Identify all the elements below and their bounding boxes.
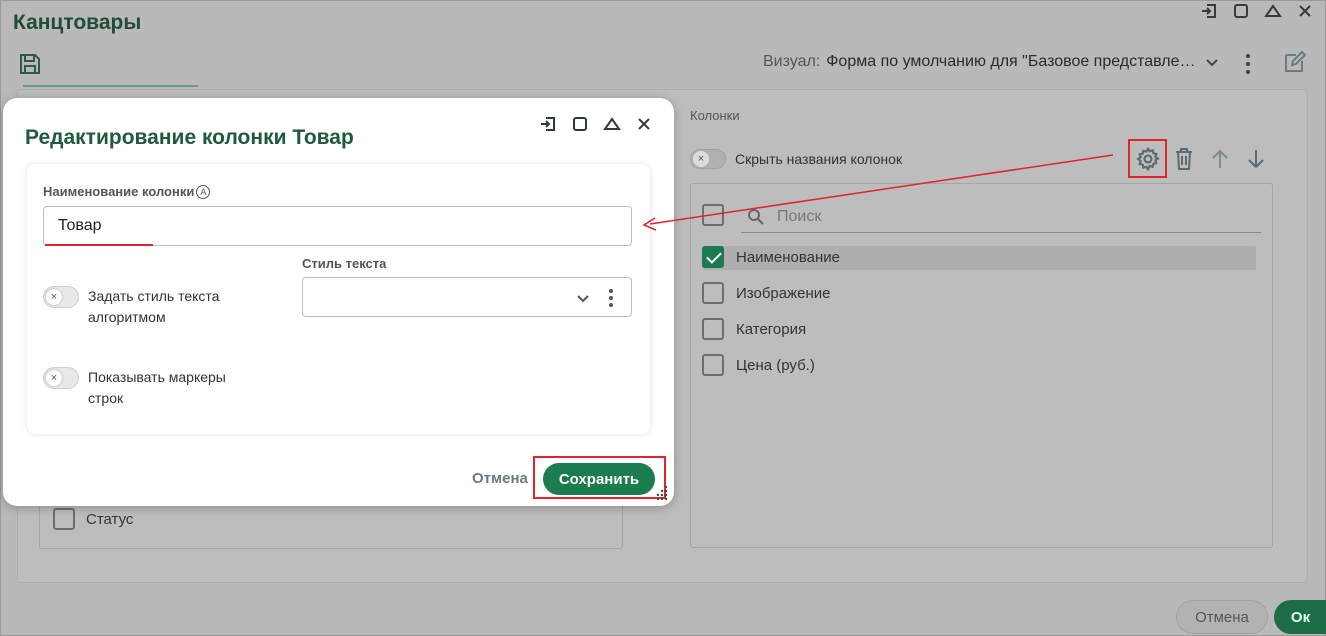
close-icon[interactable] [634,114,654,134]
chevron-down-icon [1205,59,1218,67]
trash-icon [1176,148,1192,170]
arrow-up-icon [1212,149,1228,168]
gear-icon [1135,146,1160,171]
maximize-icon[interactable] [1231,1,1251,21]
row-markers-label: Показывать маркеры строк [88,369,226,406]
window-controls [1199,1,1315,21]
ok-button[interactable]: Ок [1274,600,1326,634]
chevron-down-icon[interactable] [575,290,591,306]
column-name-input[interactable]: Товар [43,206,632,246]
list-item-label: Наименование [736,249,840,266]
resize-handle-icon[interactable] [655,484,669,502]
annotation-underline [45,244,153,246]
list-item-label: Цена (руб.) [736,357,815,374]
auto-translate-icon[interactable]: A [196,185,211,199]
dialog-body: Наименование колонкиA Товар Задать стиль… [27,164,650,434]
select-all-checkbox[interactable] [702,204,724,226]
item-checkbox[interactable] [702,354,724,376]
item-checkbox[interactable] [702,282,724,304]
hide-names-toggle[interactable] [690,149,726,169]
status-checkbox[interactable] [53,508,75,530]
dialog-cancel-button[interactable]: Отмена [472,470,528,487]
move-down-button[interactable] [1242,145,1270,173]
dialog-title: Редактирование колонки Товар [25,126,354,149]
search-icon [748,208,764,225]
list-item-label: Изображение [736,285,831,302]
visual-selector[interactable]: Визуал: Форма по умолчанию для "Базовое … [763,53,1220,71]
save-icon[interactable] [17,51,43,77]
save-button[interactable]: Сохранить [543,463,655,495]
search-input[interactable]: Поиск [777,208,821,226]
pin-icon[interactable] [1199,1,1219,21]
window-title: Канцтовары [13,11,142,34]
active-tab-indicator [23,85,198,87]
hide-names-label: Скрыть названия колонок [735,151,903,167]
column-name-label: Наименование колонки A [43,184,211,199]
algo-style-label: Задать стиль текста алгоритмом [88,288,220,325]
arrow-down-icon [1248,150,1264,169]
item-checkbox[interactable] [702,318,724,340]
more-vertical-icon[interactable] [607,288,615,308]
more-vertical-icon[interactable] [1241,51,1255,77]
dialog-controls [538,114,654,134]
text-style-label: Стиль текста [302,256,387,271]
algo-style-toggle[interactable] [43,286,79,308]
column-name-label-text: Наименование колонки [43,184,195,199]
row-markers-toggle[interactable] [43,367,79,389]
visual-value: Форма по умолчанию для "Базовое представ… [826,53,1196,70]
visual-label: Визуал: [763,53,821,70]
edit-icon[interactable] [1282,51,1306,75]
maximize-icon[interactable] [570,114,590,134]
list-item-label: Категория [736,321,807,338]
close-icon[interactable] [1295,1,1315,21]
delete-column-button[interactable] [1170,145,1198,173]
collapse-icon[interactable] [602,114,622,134]
collapse-icon[interactable] [1263,1,1283,21]
columns-search[interactable]: Поиск [741,201,1261,233]
columns-section-label: Колонки [690,108,740,123]
item-checkbox[interactable] [702,246,724,268]
text-style-select[interactable] [302,277,632,317]
column-settings-button[interactable] [1128,139,1167,178]
cancel-button[interactable]: Отмена [1176,600,1268,634]
list-item[interactable]: Наименование [702,246,1256,270]
pin-icon[interactable] [538,114,558,134]
edit-column-dialog: Редактирование колонки Товар Наименовани… [3,98,674,506]
status-label: Статус [86,511,134,528]
move-up-button[interactable] [1206,145,1234,173]
